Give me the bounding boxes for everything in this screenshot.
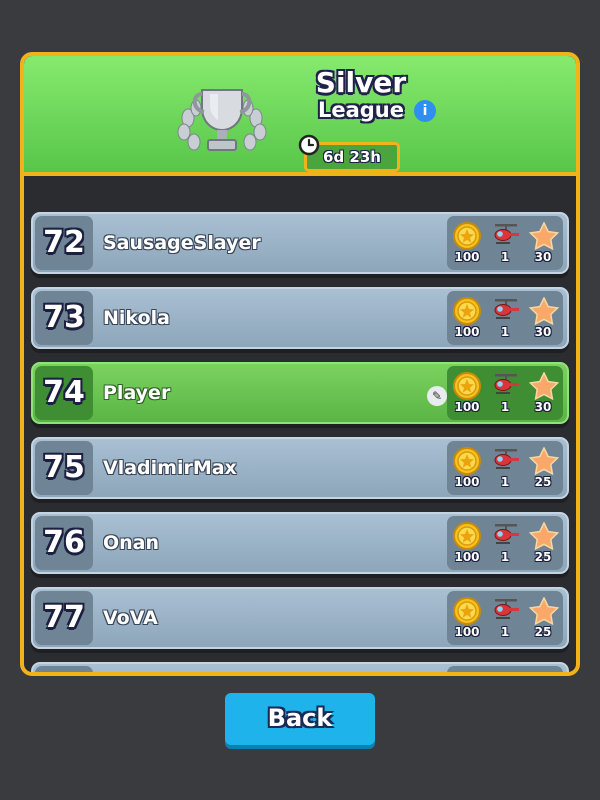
- trophy-icon: [177, 89, 267, 151]
- heli-amount: 1: [500, 325, 510, 339]
- leaderboard-row[interactable]: 75 VladimirMax 100 1 25: [31, 437, 569, 499]
- heli-reward: 1: [487, 216, 523, 270]
- stars-reward: 30: [525, 366, 561, 420]
- back-button[interactable]: Back: [225, 693, 375, 745]
- coins-amount: 100: [454, 475, 480, 489]
- leaderboard-row[interactable]: 77 VoVA 100 1 25: [31, 587, 569, 649]
- stars-reward: 25: [525, 591, 561, 645]
- leaderboard-row-player[interactable]: 74 Player ✎ 100 1 30: [31, 362, 569, 424]
- rank-number: [35, 666, 93, 672]
- heli-amount: 1: [500, 550, 510, 564]
- heli-amount: 1: [500, 475, 510, 489]
- leaderboard-panel: Silver League i 6d 23h 100 1 30 72 SausageSl…: [20, 52, 580, 676]
- stars-reward: 25: [525, 516, 561, 570]
- coins-reward: 100: [449, 591, 485, 645]
- rewards-box: 100 1 30: [447, 216, 563, 270]
- player-name: Nikola: [103, 307, 170, 329]
- coins-reward: 100: [449, 366, 485, 420]
- player-name: VladimirMax: [103, 457, 237, 479]
- rewards-box: [447, 666, 563, 672]
- rank-number: 72: [35, 216, 93, 270]
- heli-reward: 1: [487, 591, 523, 645]
- coins-reward: 100: [449, 516, 485, 570]
- player-name: VoVA: [103, 607, 158, 629]
- player-name: Onan: [103, 532, 160, 554]
- stars-amount: 30: [534, 400, 552, 414]
- heli-amount: 1: [500, 625, 510, 639]
- league-subtitle: League: [317, 98, 405, 122]
- leaderboard-row[interactable]: [31, 662, 569, 672]
- stars-reward: [525, 666, 561, 672]
- rank-number: 76: [35, 516, 93, 570]
- coins-reward: 100: [449, 441, 485, 495]
- coins-amount: 100: [454, 325, 480, 339]
- rank-number: 75: [35, 441, 93, 495]
- leaderboard-row[interactable]: 72 SausageSlayer 100 1 30: [31, 212, 569, 274]
- heli-amount: 1: [500, 250, 510, 264]
- stars-reward: 30: [525, 291, 561, 345]
- clock-icon: [298, 134, 320, 156]
- player-name: SausageSlayer: [103, 232, 261, 254]
- coins-reward: 100: [449, 216, 485, 270]
- heli-reward: 1: [487, 291, 523, 345]
- coins-amount: 100: [454, 550, 480, 564]
- rewards-box: 100 1 25: [447, 516, 563, 570]
- stars-amount: 25: [534, 625, 552, 639]
- rewards-box: 100 1 25: [447, 591, 563, 645]
- heli-amount: 1: [500, 400, 510, 414]
- coins-reward: 100: [449, 291, 485, 345]
- player-name: Player: [103, 382, 171, 404]
- stars-amount: 30: [534, 325, 552, 339]
- pencil-icon[interactable]: ✎: [427, 386, 447, 406]
- rewards-box: 100 1 30: [447, 291, 563, 345]
- coins-amount: 100: [454, 250, 480, 264]
- coins-amount: 100: [454, 400, 480, 414]
- leaderboard-row[interactable]: 73 Nikola 100 1 30: [31, 287, 569, 349]
- info-icon[interactable]: i: [414, 100, 436, 122]
- stars-reward: 25: [525, 441, 561, 495]
- heli-reward: 1: [487, 441, 523, 495]
- leaderboard-row[interactable]: 76 Onan 100 1 25: [31, 512, 569, 574]
- stars-reward: 30: [525, 216, 561, 270]
- heli-reward: [487, 666, 523, 672]
- league-name: Silver: [315, 66, 407, 99]
- rank-number: 77: [35, 591, 93, 645]
- stars-amount: 25: [534, 475, 552, 489]
- rank-number: 74: [35, 366, 93, 420]
- rewards-box: 100 1 30: [447, 366, 563, 420]
- league-header: Silver League i 6d 23h: [24, 56, 576, 176]
- rewards-box: 100 1 25: [447, 441, 563, 495]
- stars-amount: 30: [534, 250, 552, 264]
- league-title: Silver League: [314, 66, 408, 123]
- stars-amount: 25: [534, 550, 552, 564]
- coins-reward: [449, 666, 485, 672]
- heli-reward: 1: [487, 516, 523, 570]
- rank-number: 73: [35, 291, 93, 345]
- heli-reward: 1: [487, 366, 523, 420]
- coins-amount: 100: [454, 625, 480, 639]
